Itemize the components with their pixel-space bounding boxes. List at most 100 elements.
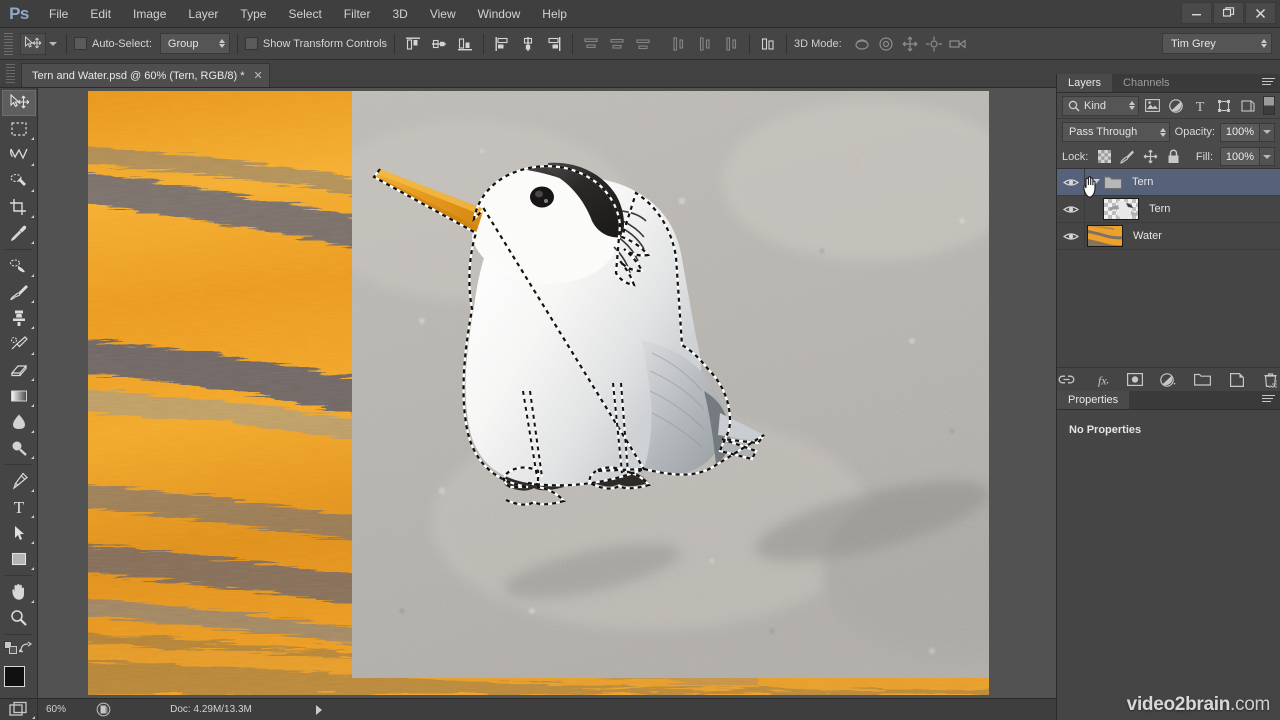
foreground-color-swatch[interactable] — [4, 666, 25, 687]
image-canvas[interactable] — [88, 91, 989, 695]
menu-select[interactable]: Select — [277, 0, 332, 28]
eraser-tool[interactable] — [2, 357, 36, 383]
tab-bar-grip[interactable] — [6, 64, 15, 84]
crop-tool[interactable] — [2, 194, 36, 220]
menu-edit[interactable]: Edit — [79, 0, 122, 28]
pen-tool[interactable] — [2, 468, 36, 494]
lock-all-icon[interactable] — [1164, 147, 1183, 166]
restore-button[interactable] — [1213, 2, 1244, 24]
layers-panel-menu-icon[interactable] — [1262, 78, 1275, 89]
swap-colors-icon[interactable] — [18, 641, 33, 658]
zoom-level-field[interactable]: 60% — [38, 704, 90, 715]
rotate-3d-object-icon[interactable] — [850, 33, 874, 55]
move-tool[interactable] — [2, 90, 36, 116]
new-layer-button[interactable] — [1228, 371, 1246, 389]
filter-pixel-layers-icon[interactable] — [1142, 96, 1163, 116]
menu-help[interactable]: Help — [531, 0, 578, 28]
zoom-tool[interactable] — [2, 605, 36, 631]
filter-smart-objects-icon[interactable] — [1238, 96, 1259, 116]
menu-layer[interactable]: Layer — [177, 0, 229, 28]
align-top-edges-icon[interactable] — [402, 33, 424, 55]
fill-control[interactable]: 100% — [1220, 147, 1275, 166]
align-bottom-edges-icon[interactable] — [454, 33, 476, 55]
layer-list[interactable]: Tern Tern Water — [1057, 168, 1280, 367]
distribute-left-edges-icon[interactable] — [668, 33, 690, 55]
blur-tool[interactable] — [2, 409, 36, 435]
align-right-edges-icon[interactable] — [543, 33, 565, 55]
spot-healing-brush-tool[interactable] — [2, 253, 36, 279]
layer-thumbnail-water[interactable] — [1087, 225, 1123, 247]
layer-thumbnail-tern[interactable] — [1103, 198, 1139, 220]
lasso-tool[interactable] — [2, 142, 36, 168]
menu-filter[interactable]: Filter — [333, 0, 382, 28]
lock-position-icon[interactable] — [1141, 147, 1160, 166]
opacity-control[interactable]: 100% — [1220, 122, 1275, 142]
layer-name-tern[interactable]: Tern — [1149, 203, 1170, 215]
workspace-switcher[interactable]: Tim Grey — [1162, 33, 1272, 54]
hand-tool[interactable] — [2, 579, 36, 605]
rectangular-marquee-tool[interactable] — [2, 116, 36, 142]
lock-image-pixels-icon[interactable] — [1118, 147, 1137, 166]
drag-3d-object-icon[interactable] — [898, 33, 922, 55]
eyedropper-tool[interactable] — [2, 220, 36, 246]
auto-select-checkbox[interactable] — [74, 37, 87, 50]
auto-align-layers-icon[interactable] — [757, 33, 779, 55]
tab-properties[interactable]: Properties — [1057, 391, 1130, 409]
menu-image[interactable]: Image — [122, 0, 177, 28]
tool-preset-chevron-icon[interactable] — [49, 41, 57, 46]
new-group-button[interactable] — [1194, 371, 1212, 389]
canvas-area[interactable] — [38, 88, 1056, 698]
filter-kind-dropdown[interactable]: Kind — [1062, 95, 1139, 116]
layer-name-water[interactable]: Water — [1133, 230, 1162, 242]
filter-enable-toggle[interactable] — [1263, 96, 1275, 115]
properties-panel-menu-icon[interactable] — [1262, 395, 1275, 406]
distribute-top-edges-icon[interactable] — [580, 33, 602, 55]
status-bar-menu-arrow-icon[interactable] — [316, 704, 322, 715]
menu-3d[interactable]: 3D — [381, 0, 418, 28]
document-tab[interactable]: Tern and Water.psd @ 60% (Tern, RGB/8) *… — [21, 63, 270, 87]
distribute-right-edges-icon[interactable] — [720, 33, 742, 55]
brush-tool[interactable] — [2, 279, 36, 305]
layer-name-tern-group[interactable]: Tern — [1132, 176, 1153, 188]
blend-mode-dropdown[interactable]: Pass Through — [1062, 122, 1170, 142]
opacity-value[interactable]: 100% — [1220, 122, 1260, 142]
show-transform-checkbox[interactable] — [244, 37, 258, 50]
menu-type[interactable]: Type — [229, 0, 277, 28]
gradient-tool[interactable] — [2, 383, 36, 409]
close-button[interactable] — [1245, 2, 1276, 24]
opacity-chevron-icon[interactable] — [1260, 122, 1275, 142]
layer-row-water[interactable]: Water — [1057, 222, 1280, 250]
auto-select-control[interactable]: Auto-Select: — [74, 37, 152, 50]
tool-preset-picker[interactable] — [18, 32, 59, 55]
close-icon[interactable]: ✕ — [254, 69, 263, 82]
path-selection-tool[interactable] — [2, 520, 36, 546]
distribute-vertical-centers-icon[interactable] — [606, 33, 628, 55]
options-bar-grip[interactable] — [4, 32, 13, 55]
fill-chevron-icon[interactable] — [1260, 147, 1275, 166]
menu-view[interactable]: View — [419, 0, 467, 28]
distribute-horizontal-centers-icon[interactable] — [694, 33, 716, 55]
add-layer-mask-button[interactable] — [1126, 371, 1144, 389]
quick-selection-tool[interactable] — [2, 168, 36, 194]
menu-file[interactable]: File — [38, 0, 79, 28]
tab-layers[interactable]: Layers — [1057, 74, 1113, 92]
filter-shape-layers-icon[interactable] — [1214, 96, 1235, 116]
rectangle-tool[interactable] — [2, 546, 36, 572]
default-colors-icon[interactable] — [3, 640, 18, 658]
align-horizontal-centers-icon[interactable] — [517, 33, 539, 55]
link-layers-button[interactable] — [1058, 371, 1076, 389]
document-info-icon[interactable] — [90, 702, 116, 717]
scale-3d-object-icon[interactable] — [946, 33, 970, 55]
layer-visibility-toggle[interactable] — [1057, 222, 1085, 250]
lock-transparent-pixels-icon[interactable] — [1095, 147, 1114, 166]
auto-select-scope-dropdown[interactable]: Group — [159, 33, 230, 54]
slide-3d-object-icon[interactable] — [922, 33, 946, 55]
minimize-button[interactable] — [1181, 2, 1212, 24]
layer-row-tern-group[interactable]: Tern — [1057, 168, 1280, 198]
distribute-bottom-edges-icon[interactable] — [632, 33, 654, 55]
tab-channels[interactable]: Channels — [1112, 74, 1181, 92]
filter-adjustment-layers-icon[interactable] — [1166, 96, 1187, 116]
panel-resize-grip[interactable] — [1269, 380, 1278, 389]
filter-type-layers-icon[interactable]: T — [1190, 96, 1211, 116]
screen-mode-button[interactable] — [0, 698, 38, 720]
